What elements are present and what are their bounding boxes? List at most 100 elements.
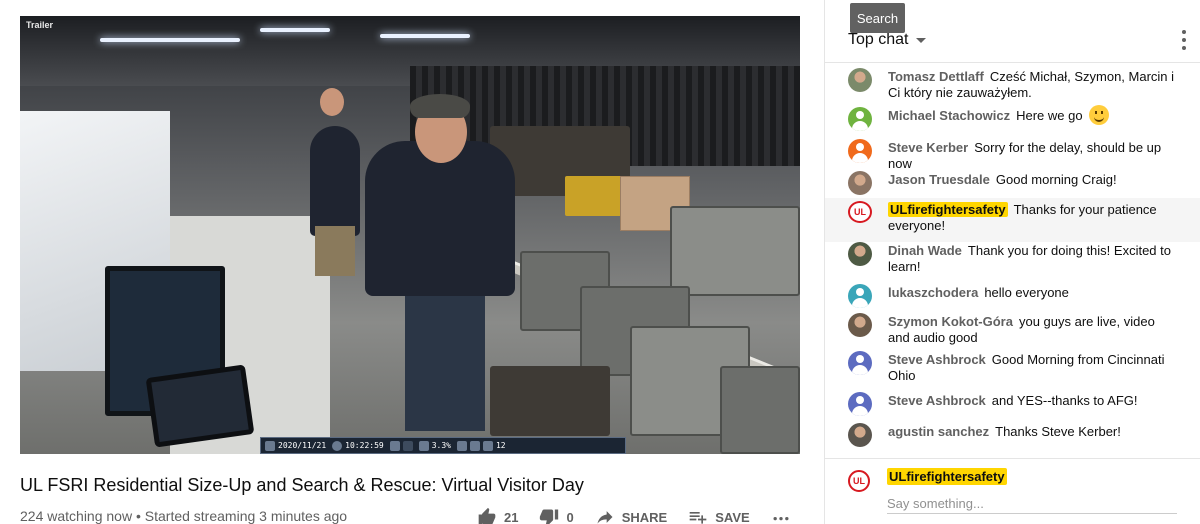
chat-message[interactable]: Jason Truesdale Good morning Craig!: [825, 171, 1200, 195]
chat-message[interactable]: agustin sanchez Thanks Steve Kerber!: [825, 423, 1200, 447]
more-horizontal-icon: [773, 517, 789, 521]
video-storage-bin: [670, 206, 800, 296]
video-ceiling-light: [380, 34, 470, 38]
video-person-background-head: [320, 88, 344, 116]
chat-message-text: and YES--thanks to AFG!: [991, 393, 1138, 408]
video-overlay-label: Trailer: [26, 20, 54, 30]
chat-message-body: Szymon Kokot-Góra you guys are live, vide…: [888, 313, 1176, 349]
chat-input-area: [825, 458, 1200, 524]
chat-message-input[interactable]: [887, 494, 1177, 514]
chat-message-text: Here we go: [1016, 108, 1083, 123]
chat-author-name[interactable]: Michael Stachowicz: [888, 108, 1010, 123]
chat-mode-selector[interactable]: Top chat: [848, 30, 927, 50]
user-avatar: [848, 171, 872, 195]
osd-storage: 3.3%: [418, 440, 451, 451]
more-actions-button[interactable]: [770, 507, 792, 524]
chat-message-text: hello everyone: [984, 285, 1069, 300]
share-label: SHARE: [621, 509, 668, 524]
chat-author-name[interactable]: ULfirefightersafety: [888, 202, 1008, 217]
like-button[interactable]: 21: [476, 507, 518, 524]
chat-message[interactable]: Michael Stachowicz Here we go: [825, 104, 1200, 131]
chat-author-name[interactable]: agustin sanchez: [888, 424, 989, 439]
video-storage-bin: [720, 366, 800, 454]
chat-message-body: lukaszchodera hello everyone: [888, 284, 1176, 306]
video-title: UL FSRI Residential Size-Up and Search &…: [20, 475, 584, 495]
smile-emoji-icon: [1088, 104, 1109, 125]
share-icon: [597, 511, 613, 524]
chat-message-body: Michael Stachowicz Here we go: [888, 104, 1176, 131]
video-person-background-legs: [315, 226, 355, 276]
chat-mode-label: Top chat: [848, 31, 909, 48]
osd-time-text: 10:22:59: [345, 441, 384, 450]
more-vertical-icon-dot: [1182, 46, 1186, 50]
dislike-count: 0: [566, 509, 574, 524]
video-actions: 21 0 SHARE SAVE: [476, 507, 792, 524]
osd-percent-text: 3.3%: [431, 441, 451, 450]
chat-message-body: Tomasz Dettlaff Cześć Michał, Szymon, Mar…: [888, 68, 1176, 102]
user-avatar: [848, 313, 872, 337]
chat-message-body: agustin sanchez Thanks Steve Kerber!: [888, 423, 1176, 445]
user-avatar-icon: [848, 107, 872, 131]
chat-message[interactable]: Dinah Wade Thank you for doing this! Exci…: [825, 242, 1200, 278]
chat-message[interactable]: Tomasz Dettlaff Cześć Michał, Szymon, Mar…: [825, 68, 1200, 102]
meta-separator: •: [135, 508, 141, 524]
chat-message-text: Thanks Steve Kerber!: [995, 424, 1121, 439]
chat-input-author: ULfirefightersafety: [887, 468, 1007, 485]
video-presenter-cap: [410, 94, 470, 118]
thumbs-down-icon: [540, 509, 559, 524]
chat-message[interactable]: UL ULfirefightersafety Thanks for your pat…: [825, 198, 1200, 242]
stream-started: Started streaming 3 minutes ago: [144, 508, 348, 524]
video-ceiling-light: [260, 28, 330, 32]
chat-author-name[interactable]: Steve Ashbrock: [888, 352, 986, 367]
chat-message[interactable]: Steve Kerber Sorry for the delay, should …: [825, 139, 1200, 171]
chat-author-name[interactable]: lukaszchodera: [888, 285, 978, 300]
chat-author-name[interactable]: Steve Kerber: [888, 140, 968, 155]
like-count: 21: [504, 509, 519, 524]
chat-message-body: Steve Ashbrock Good Morning from Cincinna…: [888, 351, 1176, 387]
chat-message[interactable]: lukaszchodera hello everyone: [825, 284, 1200, 308]
more-vertical-icon: [1182, 30, 1186, 34]
user-avatar: [848, 68, 872, 92]
thumbs-up-icon: [478, 507, 496, 524]
video-person-background: [310, 126, 360, 236]
osd-date-text: 2020/11/21: [278, 441, 327, 450]
user-avatar: [848, 242, 872, 266]
video-presenter-legs: [405, 286, 485, 431]
chat-message[interactable]: Steve Ashbrock Good Morning from Cincinna…: [825, 351, 1200, 387]
video-black-case: [490, 366, 610, 436]
chat-author-name[interactable]: Dinah Wade: [888, 243, 962, 258]
chat-message-body: ULfirefightersafety Thanks for your patie…: [888, 201, 1176, 242]
lock-icon: [456, 440, 467, 451]
video-osd-bar: 2020/11/21 10:22:59 3.3% 12: [260, 437, 626, 454]
video-tablet: [145, 364, 255, 448]
ul-logo-icon: UL: [848, 470, 870, 492]
video-meta: 224 watching now • Started streaming 3 m…: [20, 508, 347, 524]
chat-menu-button[interactable]: [1182, 30, 1188, 50]
save-button[interactable]: SAVE: [687, 507, 750, 524]
storage-icon: [418, 440, 429, 451]
chat-message[interactable]: Szymon Kokot-Góra you guys are live, vide…: [825, 313, 1200, 349]
chat-author-name[interactable]: Jason Truesdale: [888, 172, 990, 187]
chat-author-name[interactable]: Szymon Kokot-Góra: [888, 314, 1013, 329]
dislike-button[interactable]: 0: [538, 507, 574, 524]
video-player[interactable]: Trailer 2020/11/21 10:22:59 3.3% 12: [20, 16, 800, 454]
user-avatar-icon: [848, 139, 872, 163]
chat-message-body: Jason Truesdale Good morning Craig!: [888, 171, 1176, 195]
caret-down-icon: [916, 37, 927, 43]
chat-message[interactable]: Steve Ashbrock and YES--thanks to AFG!: [825, 392, 1200, 416]
user-avatar-icon: [848, 392, 872, 416]
chat-author-name[interactable]: Tomasz Dettlaff: [888, 69, 984, 84]
osd-grid: [389, 440, 413, 451]
chat-author-name[interactable]: Steve Ashbrock: [888, 393, 986, 408]
chat-message-body: Steve Kerber Sorry for the delay, should …: [888, 139, 1176, 171]
video-ceiling-light: [100, 38, 240, 42]
osd-status: 12: [456, 440, 506, 451]
ul-logo-icon: UL: [848, 201, 872, 223]
video-yellow-case: [565, 176, 625, 216]
osd-count-text: 12: [495, 441, 506, 450]
osd-time: 10:22:59: [332, 440, 384, 451]
chat-message-body: Steve Ashbrock and YES--thanks to AFG!: [888, 392, 1176, 414]
share-button[interactable]: SHARE: [594, 507, 668, 524]
settings-icon: [469, 440, 480, 451]
chat-message-body: Dinah Wade Thank you for doing this! Exci…: [888, 242, 1176, 278]
